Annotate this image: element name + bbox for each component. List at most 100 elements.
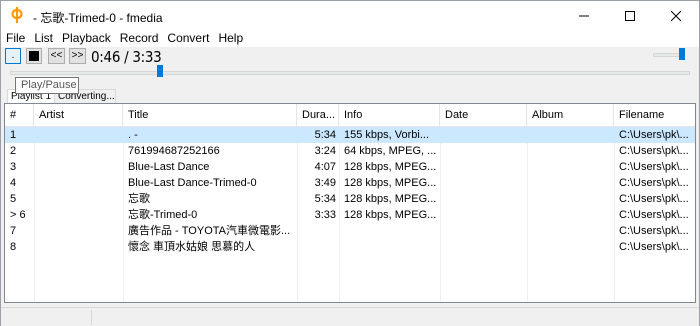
cell-album <box>527 207 614 223</box>
cell-title: Blue-Last Dance <box>128 161 210 173</box>
column-header-album[interactable]: Album <box>527 104 614 127</box>
cell-artist <box>34 223 123 239</box>
cell-album <box>527 159 614 175</box>
cell-info: 64 kbps, MPEG, ... <box>344 145 437 157</box>
cell-album <box>527 143 614 159</box>
cell-filename: C:\Users\pk\... <box>619 209 689 221</box>
window-title: - 忘歌-Trimed-0 - fmedia <box>33 11 163 25</box>
cell-filename: C:\Users\pk\... <box>619 225 689 237</box>
cell-date <box>440 207 527 223</box>
previous-button[interactable]: << <box>48 48 65 64</box>
menu-bar: File List Playback Record Convert Help <box>1 31 699 47</box>
table-row[interactable]: 1 . - 5:34 155 kbps, Vorbi... C:\Users\pk\..… <box>5 127 695 143</box>
table-row[interactable]: 2 761994687252166 3:24 64 kbps, MPEG, ... C:… <box>5 143 695 159</box>
column-header-filename[interactable]: Filename <box>614 104 695 127</box>
cell-duration: 5:34 <box>314 129 336 141</box>
cell-info: 128 kbps, MPEG... <box>344 161 437 173</box>
cell-date <box>440 223 527 239</box>
column-header-title[interactable]: Title <box>123 104 297 127</box>
cell-num: 1 <box>10 129 17 141</box>
table-row[interactable]: > 6 忘歌-Trimed-0 3:33 128 kbps, MPEG... C:\Us… <box>5 207 695 223</box>
next-button[interactable]: >> <box>69 48 86 64</box>
cell-title: Blue-Last Dance-Trimed-0 <box>128 177 257 189</box>
cell-duration: 3:24 <box>314 145 336 157</box>
minimize-button[interactable] <box>561 1 607 31</box>
cell-info: 128 kbps, MPEG... <box>344 193 437 205</box>
table-row[interactable]: 7 廣告作品 - TOYOTA汽車微電影... C:\Users\pk\... <box>5 223 695 239</box>
playlist-table[interactable]: # Artist Title Dura... Info Date Album F… <box>4 103 696 303</box>
table-row[interactable]: 5 忘歌 5:34 128 kbps, MPEG... C:\Users\pk\... <box>5 191 695 207</box>
cell-filename: C:\Users\pk\... <box>619 193 689 205</box>
cell-title: 忘歌 <box>128 193 150 205</box>
cell-title: 懷念 車頂水姑娘 思慕的人 <box>128 241 256 253</box>
maximize-icon <box>625 11 635 21</box>
table-row[interactable]: 4 Blue-Last Dance-Trimed-0 3:49 128 kbps, M… <box>5 175 695 191</box>
cell-info: 155 kbps, Vorbi... <box>344 129 429 141</box>
toolbar: . << >> 0:46 / 3:33 <box>1 47 699 67</box>
column-header-artist[interactable]: Artist <box>34 104 123 127</box>
cell-info: 128 kbps, MPEG... <box>344 209 437 221</box>
seek-slider-thumb[interactable] <box>156 65 163 77</box>
minimize-icon <box>579 15 589 17</box>
cell-album <box>527 191 614 207</box>
close-icon <box>671 11 681 21</box>
fmedia-logo-icon <box>11 7 23 23</box>
cell-album <box>527 175 614 191</box>
menu-record[interactable]: Record <box>115 31 163 47</box>
table-row[interactable]: 3 Blue-Last Dance 4:07 128 kbps, MPEG... C:\… <box>5 159 695 175</box>
stop-button[interactable] <box>26 48 42 64</box>
cell-num: 4 <box>10 177 17 189</box>
cell-num: 8 <box>10 241 17 253</box>
menu-convert[interactable]: Convert <box>162 31 213 47</box>
cell-num: 2 <box>10 145 17 157</box>
menu-help[interactable]: Help <box>213 31 247 47</box>
cell-duration <box>297 223 339 239</box>
close-button[interactable] <box>653 1 699 31</box>
app-window: - 忘歌-Trimed-0 - fmedia File List Playbac… <box>0 0 700 326</box>
cell-title: 廣告作品 - TOYOTA汽車微電影... <box>128 225 291 237</box>
cell-album <box>527 127 614 143</box>
cell-filename: C:\Users\pk\... <box>619 241 689 253</box>
cell-artist <box>34 239 123 255</box>
menu-file[interactable]: File <box>1 31 29 47</box>
cell-filename: C:\Users\pk\... <box>619 177 689 189</box>
cell-date <box>440 143 527 159</box>
cell-filename: C:\Users\pk\... <box>619 129 689 141</box>
cell-date <box>440 239 527 255</box>
play-pause-button[interactable]: . <box>5 48 21 64</box>
seek-slider[interactable] <box>10 71 690 75</box>
cell-duration: 3:33 <box>314 209 336 221</box>
cell-title: . - <box>128 129 138 141</box>
column-header-date[interactable]: Date <box>440 104 527 127</box>
cell-title: 忘歌-Trimed-0 <box>128 209 198 221</box>
cell-title: 761994687252166 <box>128 145 220 157</box>
cell-info <box>339 239 440 255</box>
cell-num: 3 <box>10 161 17 173</box>
title-bar: - 忘歌-Trimed-0 - fmedia <box>1 1 699 31</box>
cell-artist <box>34 127 123 143</box>
cell-album <box>527 223 614 239</box>
column-header-info[interactable]: Info <box>339 104 440 127</box>
cell-duration: 3:49 <box>314 177 336 189</box>
cell-artist <box>34 191 123 207</box>
maximize-button[interactable] <box>607 1 653 31</box>
cell-date <box>440 159 527 175</box>
stop-icon <box>29 51 39 61</box>
cell-album <box>527 239 614 255</box>
cell-info: 128 kbps, MPEG... <box>344 177 437 189</box>
menu-playback[interactable]: Playback <box>57 31 115 47</box>
play-pause-tooltip: Play/Pause <box>15 77 79 94</box>
column-header-number[interactable]: # <box>5 104 34 127</box>
cell-artist <box>34 159 123 175</box>
status-separator <box>91 310 92 325</box>
cell-filename: C:\Users\pk\... <box>619 161 689 173</box>
table-row[interactable]: 8 懷念 車頂水姑娘 思慕的人 C:\Users\pk\... <box>5 239 695 255</box>
cell-date <box>440 175 527 191</box>
menu-list[interactable]: List <box>29 31 57 47</box>
volume-slider-thumb[interactable] <box>678 48 685 60</box>
cell-duration <box>297 239 339 255</box>
column-header-duration[interactable]: Dura... <box>297 104 339 127</box>
cell-artist <box>34 207 123 223</box>
status-bar <box>1 307 699 326</box>
cell-num: 5 <box>10 193 17 205</box>
